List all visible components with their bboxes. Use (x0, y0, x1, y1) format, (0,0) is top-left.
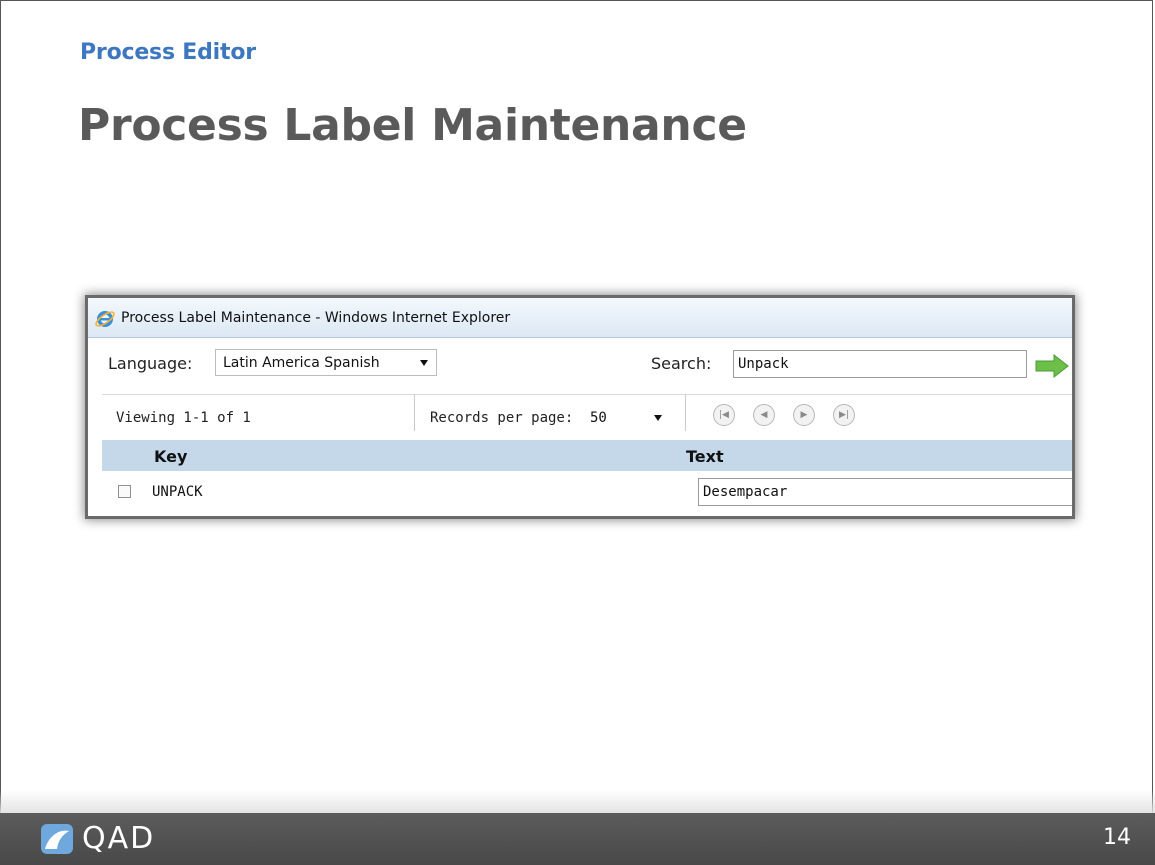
slide-title: Process Label Maintenance (78, 100, 747, 151)
search-label: Search: (651, 354, 712, 373)
slide-subtitle: Process Editor (80, 40, 256, 65)
viewing-count: Viewing 1-1 of 1 (116, 410, 251, 426)
records-per-page-label: Records per page: (430, 410, 574, 426)
row-text-input[interactable] (698, 478, 1072, 506)
qad-logo-text: QAD (82, 821, 156, 856)
browser-titlebar: Process Label Maintenance - Windows Inte… (88, 298, 1072, 338)
page-number: 14 (1103, 825, 1131, 850)
table-row: UNPACK (102, 471, 1072, 516)
internet-explorer-icon (95, 311, 115, 327)
language-select-value: Latin America Spanish (223, 355, 380, 371)
next-page-icon[interactable]: ▶ (793, 404, 815, 426)
search-input[interactable] (733, 350, 1027, 378)
filter-toolbar: Language: Latin America Spanish Search: (88, 338, 1072, 390)
row-key: UNPACK (152, 484, 203, 500)
last-page-icon[interactable]: ▶| (833, 404, 855, 426)
grid-header: Key Text (102, 440, 1072, 471)
footer-fade (0, 790, 1155, 813)
language-label: Language: (108, 354, 193, 373)
records-per-page-value: 50 (590, 410, 607, 426)
qad-logo-icon (41, 824, 73, 854)
pager-divider (414, 395, 415, 431)
chevron-down-icon (654, 415, 662, 421)
previous-page-icon[interactable]: ◀ (753, 404, 775, 426)
pager-bar: Viewing 1-1 of 1 Records per page: 50 |◀… (102, 394, 1072, 434)
records-per-page-select[interactable]: 50 (588, 405, 668, 430)
pager-divider (685, 395, 686, 431)
first-page-icon[interactable]: |◀ (713, 404, 735, 426)
column-header-text[interactable]: Text (686, 447, 724, 466)
slide-footer: QAD 14 (0, 813, 1155, 865)
browser-window-title: Process Label Maintenance - Windows Inte… (121, 310, 511, 326)
row-checkbox[interactable] (118, 485, 131, 498)
chevron-down-icon (420, 360, 428, 366)
column-header-key[interactable]: Key (154, 447, 187, 466)
go-arrow-icon[interactable] (1034, 354, 1070, 378)
browser-screenshot: Process Label Maintenance - Windows Inte… (88, 298, 1072, 516)
language-select[interactable]: Latin America Spanish (215, 349, 437, 376)
